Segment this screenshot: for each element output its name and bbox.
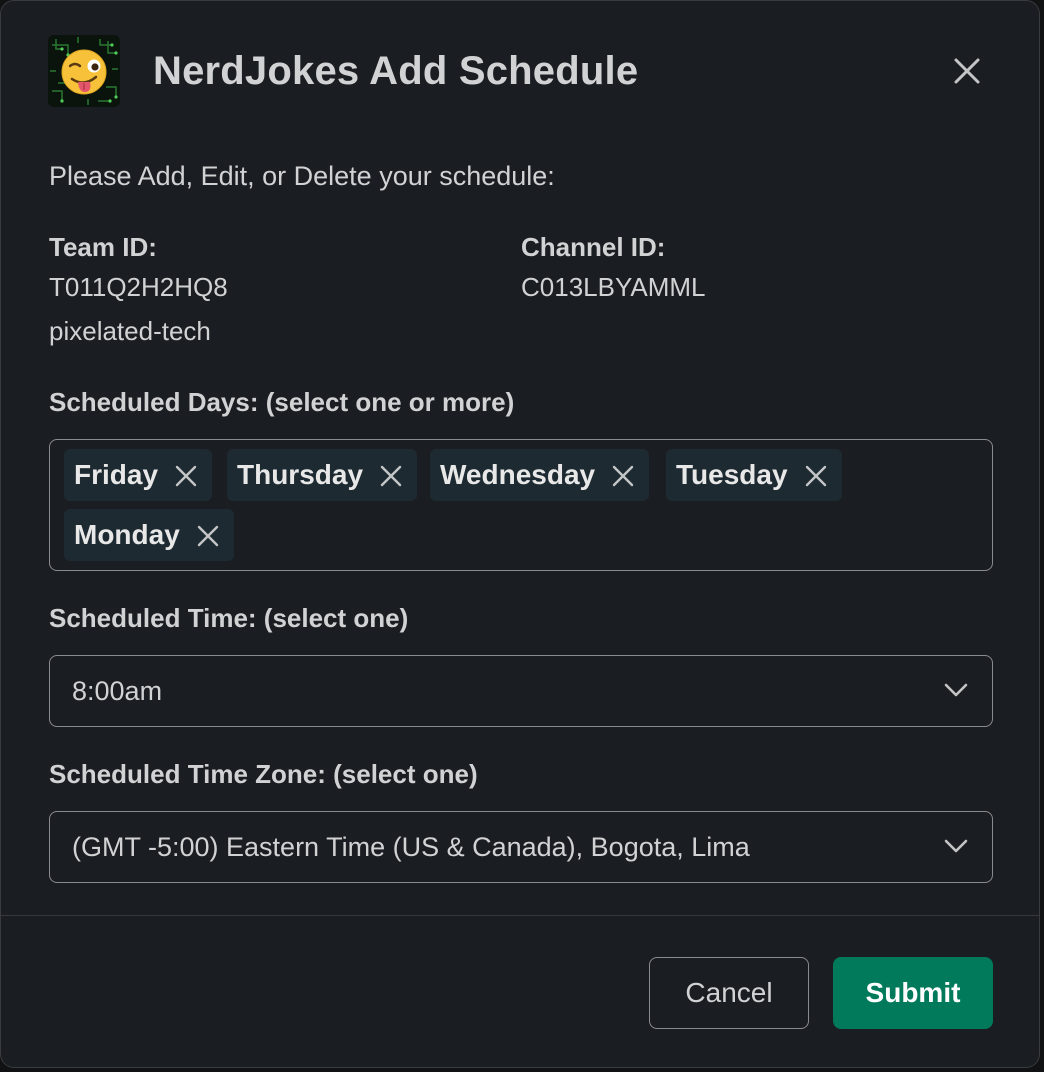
channel-id-label: Channel ID: — [521, 232, 666, 262]
modal-title: NerdJokes Add Schedule — [153, 48, 639, 93]
day-chip-label: Tuesday — [676, 459, 788, 490]
channel-id-value: C013LBYAMML — [521, 272, 706, 302]
close-icon[interactable] — [949, 53, 985, 89]
scheduled-time-value: 8:00am — [72, 675, 163, 706]
modal-header: NerdJokes Add Schedule — [48, 35, 638, 107]
day-chip-label: Thursday — [237, 459, 364, 490]
chevron-down-icon — [944, 839, 968, 853]
remove-day-icon[interactable] — [611, 463, 635, 487]
channel-info: Channel ID: C013LBYAMML — [521, 229, 706, 309]
winking-tongue-emoji-circuit-icon — [48, 35, 120, 107]
submit-button[interactable]: Submit — [833, 957, 993, 1029]
remove-day-icon[interactable] — [379, 463, 403, 487]
remove-day-icon[interactable] — [196, 523, 220, 547]
footer-divider — [1, 915, 1039, 916]
team-info: Team ID: T011Q2H2HQ8 pixelated-tech — [49, 229, 228, 353]
day-chip-wednesday: Wednesday — [430, 449, 650, 501]
day-chip-tuesday: Tuesday — [666, 449, 842, 501]
cancel-button[interactable]: Cancel — [649, 957, 809, 1029]
scheduled-time-select[interactable]: 8:00am — [49, 655, 993, 727]
team-id-label: Team ID: — [49, 232, 157, 262]
scheduled-timezone-select[interactable]: (GMT -5:00) Eastern Time (US & Canada), … — [49, 811, 993, 883]
scheduled-timezone-value: (GMT -5:00) Eastern Time (US & Canada), … — [72, 831, 750, 862]
day-chip-thursday: Thursday — [227, 449, 418, 501]
remove-day-icon[interactable] — [804, 463, 828, 487]
day-chip-label: Friday — [74, 459, 159, 490]
day-chip-label: Wednesday — [440, 459, 596, 490]
scheduled-days-multiselect[interactable]: Friday Thursday Wednesday Tuesday Monday — [49, 439, 993, 571]
chevron-down-icon — [944, 683, 968, 697]
intro-text: Please Add, Edit, or Delete your schedul… — [49, 161, 555, 191]
scheduled-timezone-label: Scheduled Time Zone: (select one) — [49, 759, 478, 789]
day-chip-monday: Monday — [64, 509, 234, 561]
team-name-value: pixelated-tech — [49, 316, 211, 346]
modal-dialog: NerdJokes Add Schedule Please Add, Edit,… — [0, 0, 1040, 1068]
day-chip-friday: Friday — [64, 449, 213, 501]
scheduled-days-label: Scheduled Days: (select one or more) — [49, 387, 515, 417]
team-id-value: T011Q2H2HQ8 — [49, 272, 228, 302]
scheduled-time-label: Scheduled Time: (select one) — [49, 603, 409, 633]
remove-day-icon[interactable] — [174, 463, 198, 487]
day-chip-label: Monday — [74, 519, 180, 550]
